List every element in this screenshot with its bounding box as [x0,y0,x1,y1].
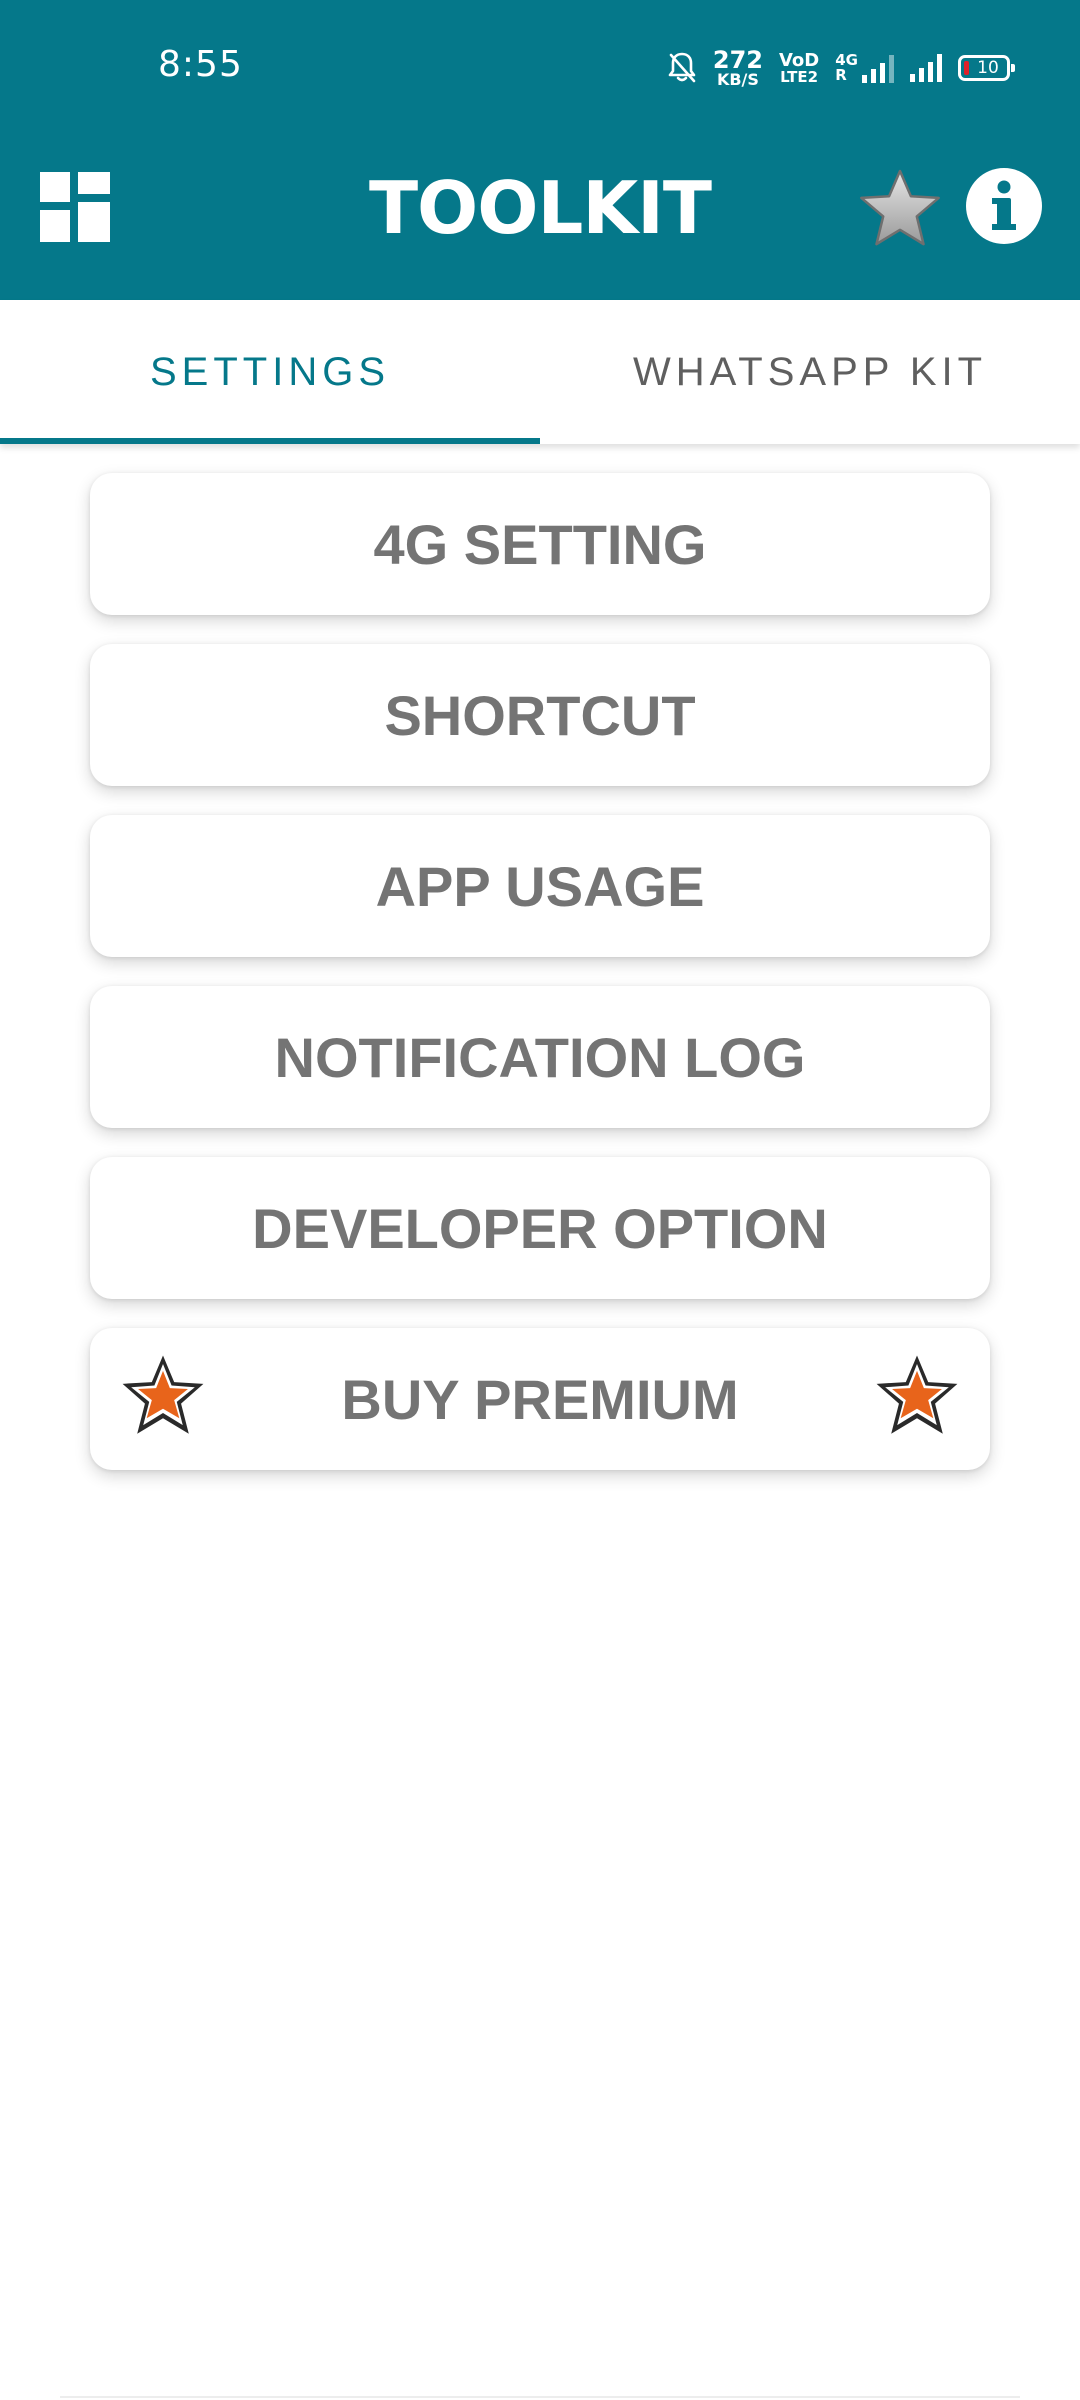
signal-bars-icon [862,55,894,83]
battery-level: 10 [977,58,999,78]
tab-whatsapp-kit[interactable]: WHATSAPP KIT [540,300,1080,444]
favorite-star-icon[interactable] [858,166,942,250]
battery-icon: 10 [958,55,1015,81]
sim1-signal: 4G R [835,53,894,83]
developer-option-button[interactable]: DEVELOPER OPTION [90,1157,990,1299]
settings-menu: 4G SETTING SHORTCUT APP USAGE NOTIFICATI… [90,473,990,1499]
volte-indicator: VoD LTE2 [778,49,820,86]
premium-star-icon [122,1355,204,1434]
network-speed: 272 KB/S [713,48,763,88]
status-time: 8:55 [158,44,243,85]
app-usage-button[interactable]: APP USAGE [90,815,990,957]
top-app-bar: 8:55 272 KB/S VoD LTE2 4G R 10 TOOLKIT [0,0,1080,300]
info-icon [992,180,1016,230]
notification-log-button[interactable]: NOTIFICATION LOG [90,986,990,1128]
sim2-signal-bars-icon [910,54,942,82]
app-header: TOOLKIT [0,136,1080,300]
volte-bottom-label: LTE2 [780,67,819,86]
app-screen: 8:55 272 KB/S VoD LTE2 4G R 10 TOOLKIT S… [0,0,1080,2400]
status-icons: 272 KB/S VoD LTE2 4G R 10 [667,44,1015,92]
notifications-off-icon [668,52,696,83]
shortcut-button[interactable]: SHORTCUT [90,644,990,786]
volte-top-label: VoD [778,49,820,71]
roaming-label: R [835,66,847,84]
buy-premium-button[interactable]: BUY PREMIUM [90,1328,990,1470]
status-bar: 8:55 272 KB/S VoD LTE2 4G R 10 [0,0,1080,136]
bottom-divider [60,2396,1020,2398]
network-speed-value: 272 [712,46,763,74]
tab-settings[interactable]: SETTINGS [0,300,540,444]
info-button[interactable] [966,168,1042,244]
4g-setting-button[interactable]: 4G SETTING [90,473,990,615]
tab-bar: SETTINGS WHATSAPP KIT [0,300,1080,444]
network-type: 4G R [835,53,858,83]
premium-star-icon [876,1355,958,1434]
buy-premium-label: BUY PREMIUM [341,1367,739,1431]
network-speed-unit: KB/S [716,70,759,89]
active-tab-indicator [0,438,540,444]
